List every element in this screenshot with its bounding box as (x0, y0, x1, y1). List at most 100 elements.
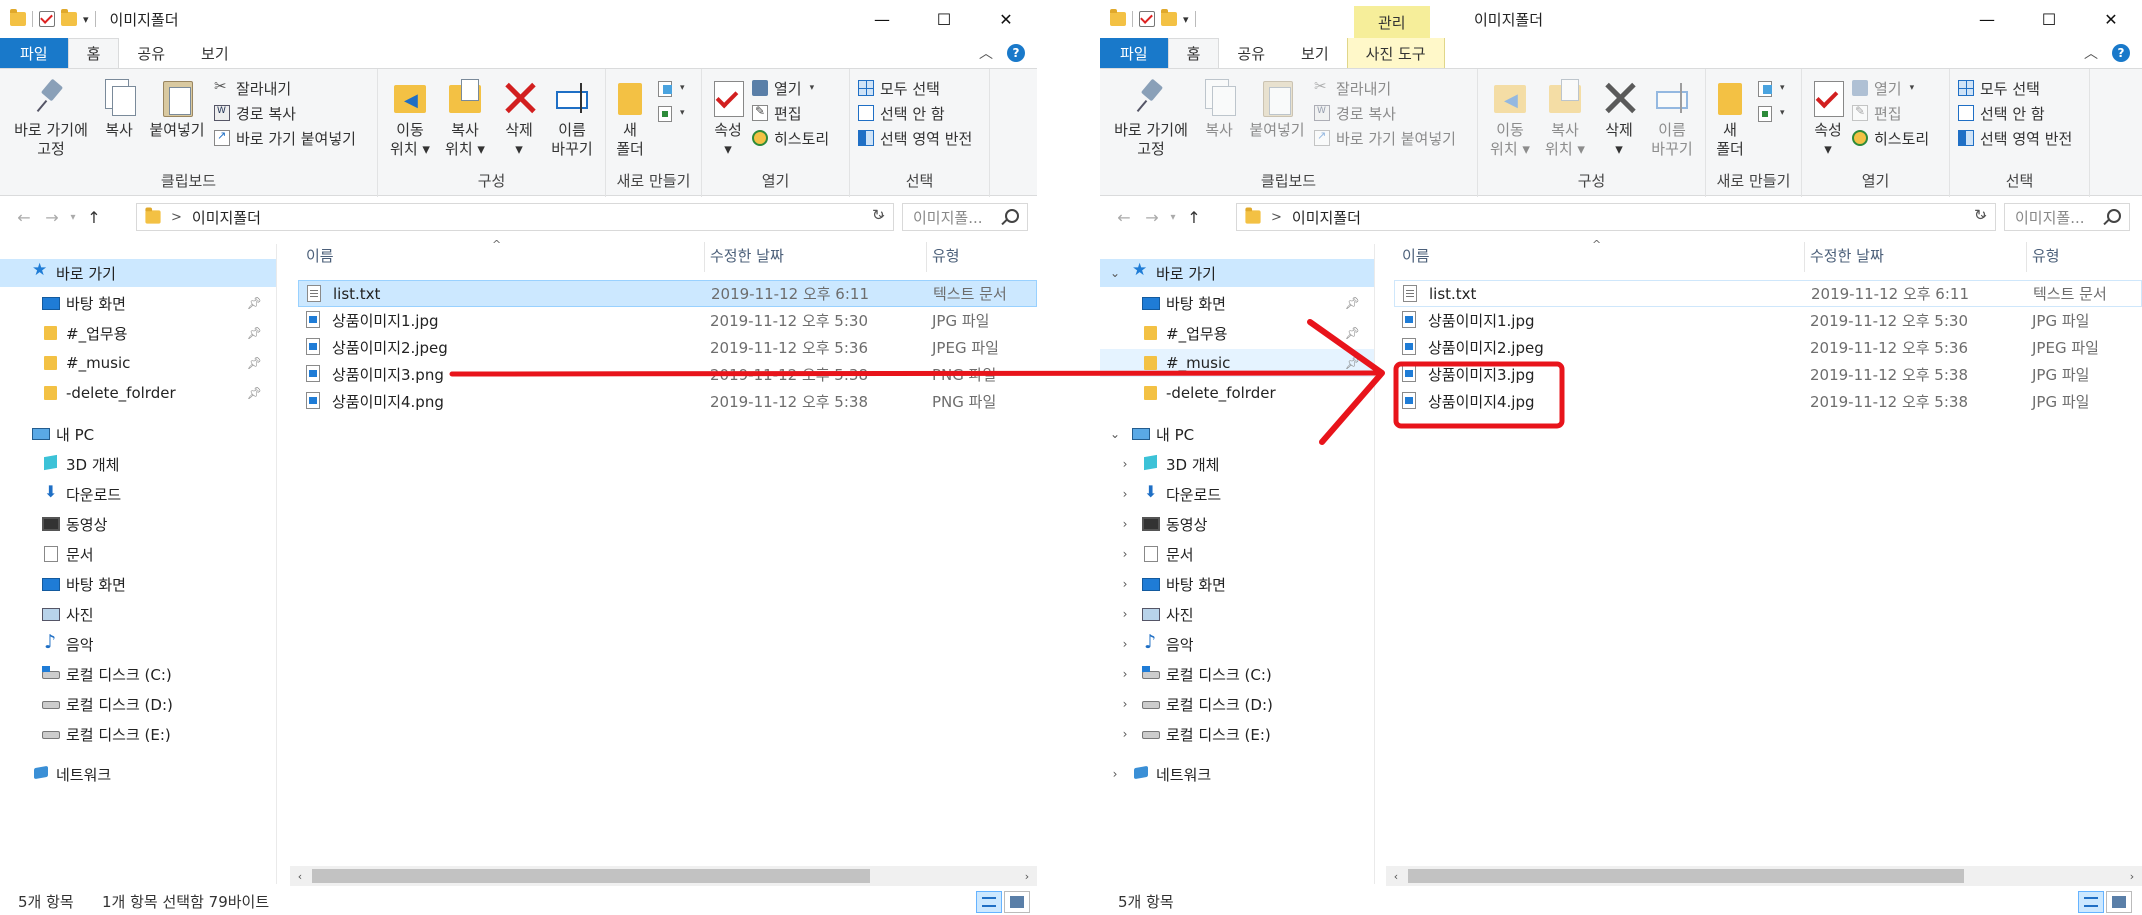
column-header-type[interactable]: 유형 (2032, 238, 2060, 272)
nav-item-folder[interactable]: #_업무용 📌︎ (1100, 319, 1374, 347)
nav-item-quick-access[interactable]: 바로 가기 (0, 259, 276, 287)
help-icon[interactable]: ? (1007, 44, 1025, 62)
file-row[interactable]: 상품이미지3.png 2019-11-12 오후 5:38 PNG 파일 (298, 361, 1037, 388)
pin-quick-access-button[interactable]: 바로 가기에 고정 (1108, 77, 1194, 159)
tab-file[interactable]: 파일 (1100, 38, 1168, 68)
nav-item-music[interactable]: › 음악 (1100, 630, 1374, 658)
tab-share[interactable]: 공유 (119, 38, 183, 68)
chevron-right-icon[interactable]: › (1108, 767, 1122, 781)
details-view-button[interactable] (976, 891, 1002, 913)
nav-item-folder[interactable]: -delete_folrder (1100, 379, 1374, 407)
select-all-button[interactable]: 모두 선택 (1958, 77, 2040, 99)
easy-access-button[interactable]: ▾ (1756, 102, 1785, 124)
column-header-type[interactable]: 유형 (932, 238, 960, 272)
file-row[interactable]: 상품이미지4.png 2019-11-12 오후 5:38 PNG 파일 (298, 388, 1037, 415)
search-input[interactable]: 이미지폴... (902, 203, 1028, 231)
maximize-button[interactable]: ☐ (913, 0, 975, 38)
history-button[interactable]: 히스토리 (752, 127, 829, 149)
forward-arrow-icon[interactable]: → (1138, 208, 1166, 227)
file-row[interactable]: 상품이미지1.jpg 2019-11-12 오후 5:30 JPG 파일 (1394, 307, 2142, 334)
chevron-right-icon[interactable]: › (1118, 577, 1132, 591)
column-header-name[interactable]: 이름 (306, 238, 334, 272)
nav-item-downloads[interactable]: 다운로드 (0, 480, 276, 508)
nav-item-3d-objects[interactable]: 3D 개체 (0, 450, 276, 478)
properties-button[interactable]: 속성 ▾ (1808, 77, 1848, 159)
history-button[interactable]: 히스토리 (1852, 127, 1929, 149)
move-to-button[interactable]: 이동 위치 ▾ (384, 77, 436, 159)
pin-quick-access-button[interactable]: 바로 가기에 고정 (8, 77, 94, 159)
invert-selection-button[interactable]: 선택 영역 반전 (858, 127, 972, 149)
new-folder-icon[interactable] (61, 9, 77, 26)
nav-item-desktop[interactable]: 바탕 화면 (0, 570, 276, 598)
chevron-right-icon[interactable]: › (1118, 487, 1132, 501)
pin-icon[interactable]: 📌︎ (247, 296, 262, 310)
tab-view[interactable]: 보기 (183, 38, 247, 68)
chevron-right-icon[interactable]: › (1118, 457, 1132, 471)
breadcrumb-item[interactable]: 이미지폴더 (192, 207, 261, 228)
details-view-button[interactable] (2078, 891, 2104, 913)
nav-item-pictures[interactable]: 사진 (0, 600, 276, 628)
nav-item-disk-d[interactable]: 로컬 디스크 (D:) (0, 690, 276, 718)
pin-icon[interactable]: 📌︎ (1345, 326, 1360, 340)
search-input[interactable]: 이미지폴... (2004, 203, 2130, 231)
pin-icon[interactable]: 📌︎ (247, 326, 262, 340)
chevron-down-icon[interactable]: ⌄ (1108, 427, 1122, 441)
nav-item-folder[interactable]: #_업무용 📌︎ (0, 319, 276, 347)
divider[interactable] (926, 242, 927, 272)
move-to-button[interactable]: 이동 위치 ▾ (1484, 77, 1536, 159)
nav-item-disk-e[interactable]: 로컬 디스크 (E:) (0, 720, 276, 748)
nav-item-videos[interactable]: 동영상 (0, 510, 276, 538)
chevron-right-icon[interactable]: › (1118, 637, 1132, 651)
nav-item-videos[interactable]: › 동영상 (1100, 510, 1374, 538)
copy-button[interactable]: 복사 (98, 77, 140, 140)
back-arrow-icon[interactable]: ← (1110, 208, 1138, 227)
pin-icon[interactable]: 📌︎ (247, 356, 262, 370)
copy-button[interactable]: 복사 (1198, 77, 1240, 140)
help-icon[interactable]: ? (2112, 44, 2130, 62)
nav-item-disk-c[interactable]: 로컬 디스크 (C:) (0, 660, 276, 688)
file-row[interactable]: list.txt 2019-11-12 오후 6:11 텍스트 문서 (298, 280, 1037, 307)
select-none-button[interactable]: 선택 안 함 (1958, 102, 2045, 124)
select-none-button[interactable]: 선택 안 함 (858, 102, 945, 124)
copy-path-button[interactable]: 경로 복사 (1314, 102, 1396, 124)
horizontal-scrollbar[interactable]: ‹ › (1386, 866, 2142, 886)
column-header-date[interactable]: 수정한 날짜 (1810, 238, 1884, 272)
minimize-button[interactable]: — (851, 0, 913, 38)
pin-icon[interactable]: 📌︎ (1345, 356, 1360, 370)
chevron-right-icon[interactable]: › (1118, 727, 1132, 741)
scroll-left-icon[interactable]: ‹ (1386, 866, 1406, 886)
file-row[interactable]: 상품이미지4.jpg 2019-11-12 오후 5:38 JPG 파일 (1394, 388, 2142, 415)
tab-picture-tools[interactable]: 사진 도구 (1346, 38, 1445, 68)
recent-locations-chevron-icon[interactable]: ▾ (66, 212, 80, 223)
customize-qat-chevron-icon[interactable]: ▾ (1183, 13, 1189, 26)
nav-item-network[interactable]: › 네트워크 (1100, 760, 1374, 788)
nav-item-disk-c[interactable]: › 로컬 디스크 (C:) (1100, 660, 1374, 688)
properties-icon[interactable] (39, 11, 55, 27)
new-item-button[interactable]: ▾ (656, 77, 685, 99)
tab-home[interactable]: 홈 (1167, 38, 1220, 68)
new-folder-icon[interactable] (1161, 9, 1177, 26)
forward-arrow-icon[interactable]: → (38, 208, 66, 227)
chevron-right-icon[interactable]: › (1118, 697, 1132, 711)
delete-button[interactable]: 삭제 ▾ (1596, 77, 1642, 159)
paste-button[interactable]: 붙여넣기 (1246, 77, 1308, 140)
scrollbar-thumb[interactable] (1408, 869, 1964, 883)
tab-file[interactable]: 파일 (0, 38, 68, 68)
close-button[interactable]: ✕ (2080, 0, 2142, 38)
file-row[interactable]: list.txt 2019-11-12 오후 6:11 텍스트 문서 (1394, 280, 2142, 307)
cut-button[interactable]: 잘라내기 (1314, 77, 1391, 99)
file-row[interactable]: 상품이미지1.jpg 2019-11-12 오후 5:30 JPG 파일 (298, 307, 1037, 334)
rename-button[interactable]: 이름 바꾸기 (544, 77, 600, 159)
nav-item-network[interactable]: 네트워크 (0, 760, 276, 788)
divider[interactable] (2026, 242, 2027, 272)
nav-item-disk-d[interactable]: › 로컬 디스크 (D:) (1100, 690, 1374, 718)
nav-item-quick-access[interactable]: ⌄ 바로 가기 (1100, 259, 1374, 287)
open-button[interactable]: 열기 ▾ (752, 77, 814, 99)
paste-shortcut-button[interactable]: 바로 가기 붙여넣기 (214, 127, 356, 149)
horizontal-scrollbar[interactable]: ‹ › (290, 866, 1037, 886)
chevron-right-icon[interactable]: › (1118, 517, 1132, 531)
nav-item-folder[interactable]: #_music 📌︎ (1100, 349, 1374, 377)
copy-path-button[interactable]: 경로 복사 (214, 102, 296, 124)
invert-selection-button[interactable]: 선택 영역 반전 (1958, 127, 2072, 149)
new-item-button[interactable]: ▾ (1756, 77, 1785, 99)
